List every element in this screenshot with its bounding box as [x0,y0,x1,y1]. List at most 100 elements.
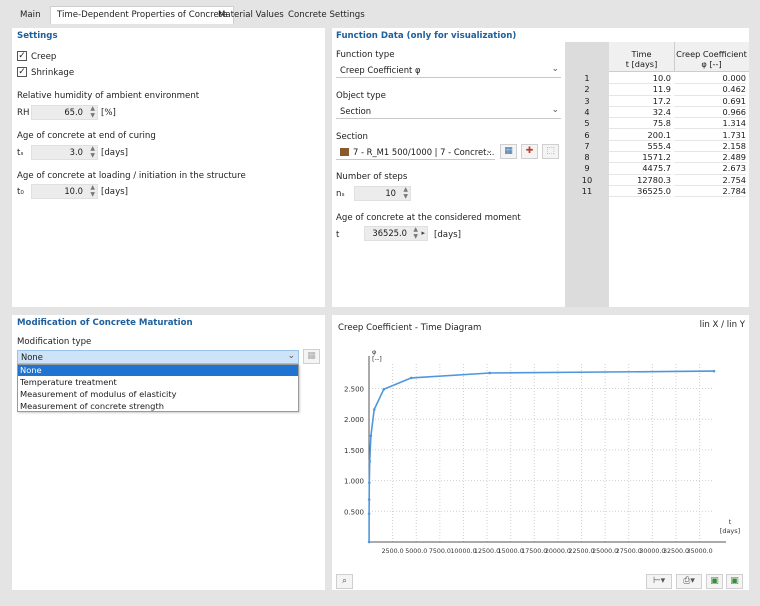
chevron-down-icon: ⌄ [551,64,559,74]
x-tick-label: 30000.0 [639,548,665,555]
settings-title: Settings [17,31,58,41]
x-tick-label: 32500.0 [663,548,689,555]
steps-spinner[interactable]: 10 ▲ ▼ [354,186,411,201]
modification-panel: Modification of Concrete Maturation Modi… [12,315,325,590]
creep-cell: 2.158 [674,140,746,153]
option-none[interactable]: None [18,365,298,376]
section-edit-icon[interactable]: ▦ [500,144,517,159]
y-tick-label: 1.000 [344,478,364,486]
creep-label: Creep [31,52,57,62]
curing-symbol: tₛ [17,148,24,158]
creep-cell: 0.000 [674,73,746,85]
table-row[interactable]: 6 200.1 1.731 [565,129,749,141]
row-number: 5 [584,118,590,129]
spin-arrows-icon[interactable]: ▲ ▼ [413,226,418,240]
tab-time-dependent-properties[interactable]: Time-Dependent Properties of Concrete [50,6,235,24]
section-pick-icon[interactable]: ⬚ [542,144,559,159]
tab-material-values[interactable]: Material Values [212,7,290,24]
age-symbol: t [336,230,340,240]
x-tick-label: 20000.0 [545,548,571,555]
time-cell: 10.0 [609,73,671,85]
table-row[interactable]: 10 12780.3 2.754 [565,174,749,186]
curing-unit: [days] [101,148,128,158]
table-row[interactable]: 1 10.0 0.000 [565,73,749,85]
rh-value: 65.0 [64,107,83,117]
spin-arrows-icon[interactable]: ▲ ▼ [90,105,95,119]
table-row[interactable]: 11 36525.0 2.784 [565,186,749,198]
table-header: Time t [days] Creep Coefficient φ [--] [609,42,749,72]
table-row[interactable]: 8 1571.2 2.489 [565,152,749,164]
row-number: 2 [584,84,590,95]
steps-symbol: nₛ [336,189,345,199]
x-tick-label: 22500.0 [569,548,595,555]
object-type-dropdown[interactable]: Section ⌄ [336,104,561,119]
loading-spinner[interactable]: 10.0 ▲ ▼ [31,184,98,199]
shrinkage-checkbox[interactable]: ✓ [17,67,27,77]
x-tick-label: 27500.0 [616,548,642,555]
creep-cell: 1.314 [674,118,746,130]
data-point [368,460,372,463]
time-cell: 4475.7 [609,163,671,175]
creep-cell: 2.489 [674,152,746,164]
modification-type-dropdown[interactable]: None ⌄ [17,350,299,364]
data-point [369,434,373,438]
time-cell: 200.1 [609,129,671,141]
function-type-label: Function type [336,50,395,60]
table-row[interactable]: 3 17.2 0.691 [565,95,749,107]
creep-cell: 2.673 [674,163,746,175]
option-temperature-treatment[interactable]: Temperature treatment [20,377,117,387]
row-number: 4 [584,106,590,117]
table-row[interactable]: 5 75.8 1.314 [565,118,749,130]
option-concrete-strength[interactable]: Measurement of concrete strength [20,401,164,411]
tab-concrete-settings[interactable]: Concrete Settings [282,7,371,24]
series-line [368,370,715,542]
age-spinner[interactable]: 36525.0 ▲ ▼ ▸ [364,226,428,241]
table-row[interactable]: 4 32.4 0.966 [565,106,749,119]
y-tick-label: 2.500 [344,386,364,394]
y-tick-label: 1.500 [344,447,364,455]
section-dropdown[interactable]: 7 - R_M1 500/1000 | 7 - Concret... ⌄ [336,145,495,160]
modification-type-label: Modification type [17,337,92,347]
table-row[interactable]: 9 4475.7 2.673 [565,163,749,175]
section-value: 7 - R_M1 500/1000 | 7 - Concret... [353,147,495,157]
tab-main[interactable]: Main [14,7,47,24]
x-tick-label: 15000.0 [498,548,524,555]
spin-arrows-icon[interactable]: ▲ ▼ [90,145,95,159]
export-icon[interactable]: ▣ [706,574,723,589]
curing-value: 3.0 [69,147,83,157]
time-cell: 1571.2 [609,152,671,164]
table-row[interactable]: 7 555.4 2.158 [565,140,749,153]
rh-spinner[interactable]: 65.0 ▲ ▼ [31,105,98,120]
data-point [367,512,371,515]
spin-arrows-icon[interactable]: ▲ ▼ [403,186,408,200]
row-number: 7 [584,140,590,151]
modification-edit-icon[interactable]: ▦ [303,349,320,364]
header-divider [674,42,675,72]
data-point [409,376,413,380]
x-tick-label: 7500.0 [429,548,451,555]
col-time-h1: Time [631,49,652,59]
object-type-label: Object type [336,91,386,101]
function-type-value: Creep Coefficient φ [340,65,421,75]
rh-heading: Relative humidity of ambient environment [17,91,200,101]
print-icon[interactable]: ⎙▾ [676,574,702,589]
loading-unit: [days] [101,187,128,197]
zoom-icon[interactable]: ⌕ [336,574,353,589]
axis-options-icon[interactable]: ⊢▾ [646,574,672,589]
export-excel-icon[interactable]: ▣ [726,574,743,589]
creep-checkbox[interactable]: ✓ [17,51,27,61]
tab-bar: Main Time-Dependent Properties of Concre… [0,0,760,24]
curing-spinner[interactable]: 3.0 ▲ ▼ [31,145,98,160]
section-new-icon[interactable]: ✚ [521,144,538,159]
x-tick-label: 12500.0 [474,548,500,555]
play-arrow-icon[interactable]: ▸ [421,229,425,237]
spin-arrows-icon[interactable]: ▲ ▼ [90,184,95,198]
loading-value: 10.0 [64,186,83,196]
age-label: Age of concrete at the considered moment [336,213,521,223]
data-point [382,387,386,391]
option-modulus-elasticity[interactable]: Measurement of modulus of elasticity [20,389,176,399]
y-axis-unit: [--] [372,355,382,363]
table-row[interactable]: 2 11.9 0.462 [565,84,749,96]
function-type-dropdown[interactable]: Creep Coefficient φ ⌄ [336,63,561,78]
row-number: 11 [581,186,593,196]
